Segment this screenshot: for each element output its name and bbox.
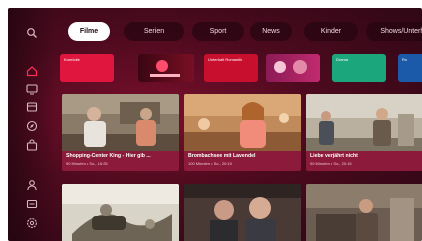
program-title: Brombachsee mit Lavendel [188, 153, 256, 159]
channel-label: Ro [402, 57, 408, 62]
channel-tile-komoedie[interactable]: Komödie [60, 54, 114, 82]
sidebar [8, 8, 56, 241]
tab-kinder[interactable]: Kinder [304, 22, 358, 41]
program-title: Liebe verjährt nicht [310, 153, 358, 159]
program-meta: 100 Minuten • So., 20:15 [188, 161, 232, 166]
program-meta: 90 Minuten • So., 20:15 [310, 161, 352, 166]
tab-sport[interactable]: Sport [192, 22, 244, 41]
program-thumbnail [184, 184, 301, 241]
program-thumbnail [306, 94, 422, 151]
library-icon[interactable] [25, 100, 39, 114]
program-info: Brombachsee mit Lavendel 100 Minuten • S… [184, 151, 301, 171]
tv-screen: Filme Serien Sport News Kinder Shows/Unt… [8, 8, 422, 241]
program-thumbnail [62, 94, 179, 151]
program-card-liebe-verjaehrt-nicht[interactable]: Liebe verjährt nicht 90 Minuten • So., 2… [306, 94, 422, 171]
program-title: Shopping-Center King - Hier gib ... [66, 153, 151, 159]
channel-tile-unterhaltung-romantik[interactable]: Unterhalt Romantik [204, 54, 258, 82]
channel-logo-icon [274, 60, 307, 74]
program-card[interactable] [184, 184, 301, 241]
channel-label: Komödie [64, 57, 80, 62]
list-icon[interactable] [25, 197, 39, 211]
program-thumbnail [306, 184, 422, 241]
program-card-shopping-center-king[interactable]: Shopping-Center King - Hier gib ... 90 M… [62, 94, 179, 171]
bag-icon[interactable] [25, 138, 39, 152]
category-tabs: Filme Serien Sport News Kinder Shows/Unt… [68, 22, 422, 42]
home-icon[interactable] [25, 64, 39, 78]
program-info: Shopping-Center King - Hier gib ... 90 M… [62, 151, 179, 171]
channel-tile-partial[interactable]: Ro [398, 54, 422, 82]
tab-serien[interactable]: Serien [124, 22, 184, 41]
channel-tile[interactable] [266, 54, 320, 82]
channel-label: Unterhalt Romantik [208, 57, 243, 62]
program-thumbnail [184, 94, 301, 151]
channel-tile-drama[interactable]: Drama [332, 54, 386, 82]
channel-logo-icon [150, 60, 180, 77]
channel-tile[interactable] [138, 54, 194, 82]
search-icon[interactable] [25, 26, 39, 40]
program-card[interactable] [306, 184, 422, 241]
compass-icon[interactable] [25, 119, 39, 133]
tv-icon[interactable] [25, 82, 39, 96]
settings-icon[interactable] [25, 216, 39, 230]
profile-icon[interactable] [25, 178, 39, 192]
program-thumbnail [62, 184, 179, 241]
channel-label: Drama [336, 57, 349, 62]
tab-news[interactable]: News [250, 22, 292, 41]
program-card[interactable] [62, 184, 179, 241]
program-info: Liebe verjährt nicht 90 Minuten • So., 2… [306, 151, 422, 171]
program-meta: 90 Minuten • So., 16:25 [66, 161, 108, 166]
program-card-brombachsee-mit-lavendel[interactable]: Brombachsee mit Lavendel 100 Minuten • S… [184, 94, 301, 171]
tab-filme[interactable]: Filme [68, 22, 110, 41]
tab-shows-unterhaltung[interactable]: Shows/Unterhalt [366, 22, 422, 41]
